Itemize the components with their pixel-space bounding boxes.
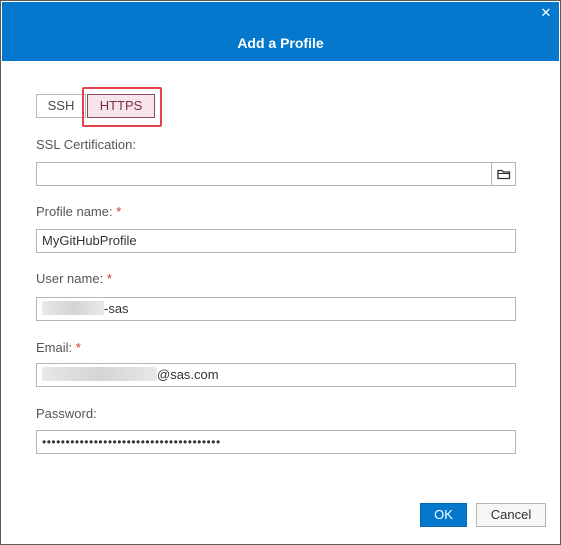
https-toggle-button[interactable]: HTTPS: [87, 94, 155, 118]
ok-button[interactable]: OK: [420, 503, 467, 527]
user-name-suffix: -sas: [104, 301, 129, 316]
required-marker: *: [75, 340, 81, 355]
required-marker: *: [106, 271, 112, 286]
profile-name-label: Profile name: *: [36, 204, 122, 219]
email-field[interactable]: @sas.com: [36, 363, 516, 387]
dialog-title: Add a Profile: [237, 35, 324, 51]
email-suffix: @sas.com: [157, 367, 219, 382]
password-label: Password:: [36, 406, 97, 421]
folder-icon: [496, 169, 510, 180]
required-marker: *: [116, 204, 122, 219]
profile-name-field[interactable]: MyGitHubProfile: [36, 229, 516, 253]
email-label: Email: *: [36, 340, 81, 355]
redacted-text: [42, 301, 104, 315]
user-name-label: User name: *: [36, 271, 112, 286]
close-icon[interactable]: ✕: [539, 6, 553, 20]
cancel-button[interactable]: Cancel: [476, 503, 546, 527]
ssh-toggle-button[interactable]: SSH: [36, 94, 86, 118]
dialog-titlebar: ✕ Add a Profile: [2, 2, 559, 61]
ssl-certification-label: SSL Certification:: [36, 137, 136, 152]
redacted-text: [42, 367, 157, 381]
ssl-certification-field[interactable]: [36, 162, 492, 186]
user-name-field[interactable]: -sas: [36, 297, 516, 321]
add-profile-dialog: ✕ Add a Profile SSH HTTPS SSL Certificat…: [0, 0, 561, 545]
browse-button[interactable]: [491, 162, 516, 186]
password-field[interactable]: ••••••••••••••••••••••••••••••••••••••: [36, 430, 516, 454]
